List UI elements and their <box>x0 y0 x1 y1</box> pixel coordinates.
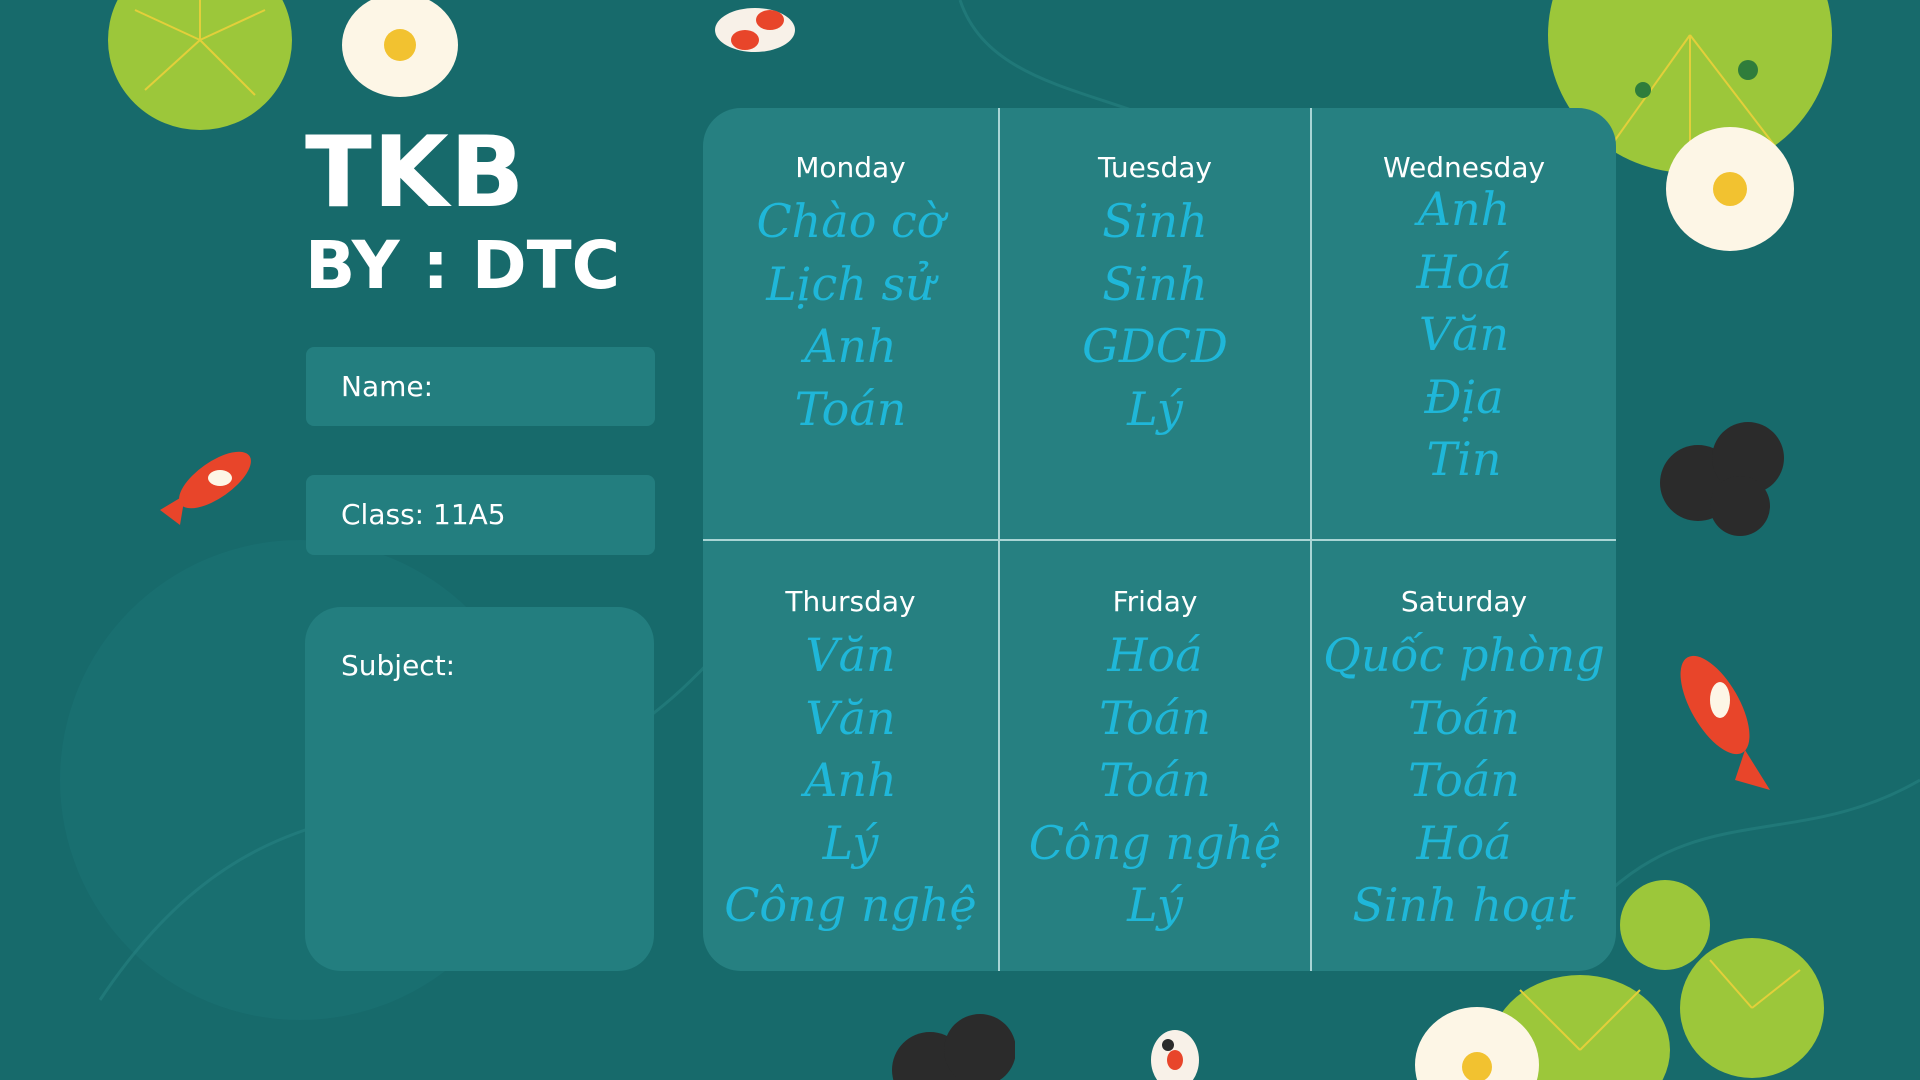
subject-item: Hoá <box>1107 628 1203 682</box>
subject-item: Anh <box>1417 182 1511 236</box>
subject-label: Subject: <box>341 649 456 682</box>
subject-item: Toán <box>1099 753 1211 807</box>
subject-item: Sinh <box>1102 194 1208 248</box>
subject-item: Địa <box>1424 369 1504 424</box>
class-field[interactable]: Class: 11A5 <box>306 475 655 555</box>
subject-item: Quốc phòng <box>1323 628 1605 682</box>
subject-list: Văn Văn Anh Lý Công nghệ <box>703 624 998 937</box>
subject-item: GDCD <box>1082 319 1228 373</box>
subject-item: Công nghệ <box>724 878 977 932</box>
subject-item: Hoá <box>1416 815 1512 870</box>
subject-item: Toán <box>1408 690 1520 745</box>
day-cell-tuesday: Tuesday Sinh Sinh GDCD Lý <box>1000 150 1310 440</box>
class-label: Class: 11A5 <box>341 498 506 531</box>
timetable-panel: Monday Chào cờ Lịch sử Anh Toán Tuesday … <box>703 108 1616 971</box>
day-cell-thursday: Thursday Văn Văn Anh Lý Công nghệ <box>703 584 998 937</box>
day-name: Saturday <box>1400 585 1528 618</box>
day-name: Friday <box>1112 585 1198 618</box>
name-label: Name: <box>341 370 434 403</box>
subject-item: Văn <box>805 690 896 745</box>
name-field[interactable]: Name: <box>306 347 655 426</box>
day-cell-wednesday: Wednesday Anh Hoá Văn Địa Tin <box>1312 150 1616 491</box>
row-divider <box>703 539 1616 541</box>
subject-item: Hoá <box>1416 244 1512 299</box>
subject-item: Lịch sử <box>766 256 935 311</box>
subject-item: Sinh <box>1102 256 1208 311</box>
subject-item: Lý <box>1127 878 1183 932</box>
subject-item: Sinh hoạt <box>1352 878 1576 932</box>
subject-item: Toán <box>794 381 907 436</box>
subject-list: Hoá Toán Toán Công nghệ Lý <box>1000 624 1310 937</box>
subject-item: Lý <box>1127 381 1183 436</box>
subject-item: Tin <box>1426 432 1502 486</box>
subject-item: Công nghệ <box>1028 815 1282 870</box>
subject-list: Chào cờ Lịch sử Anh Toán <box>703 190 998 440</box>
subject-list: Quốc phòng Toán Toán Hoá Sinh hoạt <box>1312 624 1616 937</box>
day-name: Monday <box>795 151 906 184</box>
subject-item: Anh <box>804 753 897 807</box>
day-cell-friday: Friday Hoá Toán Toán Công nghệ Lý <box>1000 584 1310 937</box>
subject-item: Chào cờ <box>756 194 945 248</box>
subject-box[interactable]: Subject: <box>305 607 654 971</box>
day-name: Thursday <box>785 585 916 618</box>
subject-item: Toán <box>1408 753 1520 807</box>
day-cell-saturday: Saturday Quốc phòng Toán Toán Hoá Sinh h… <box>1312 584 1616 937</box>
subject-list: Anh Hoá Văn Địa Tin <box>1312 178 1616 491</box>
subject-item: Toán <box>1099 690 1211 745</box>
subject-item: Anh <box>804 319 897 373</box>
page-title: TKB <box>305 116 526 230</box>
day-cell-monday: Monday Chào cờ Lịch sử Anh Toán <box>703 150 998 440</box>
day-name: Tuesday <box>1098 151 1212 184</box>
subject-list: Sinh Sinh GDCD Lý <box>1000 190 1310 440</box>
subject-item: Văn <box>805 628 896 682</box>
subject-item: Văn <box>1418 307 1510 361</box>
author-byline: BY : DTC <box>305 227 621 304</box>
subject-item: Lý <box>822 815 879 870</box>
